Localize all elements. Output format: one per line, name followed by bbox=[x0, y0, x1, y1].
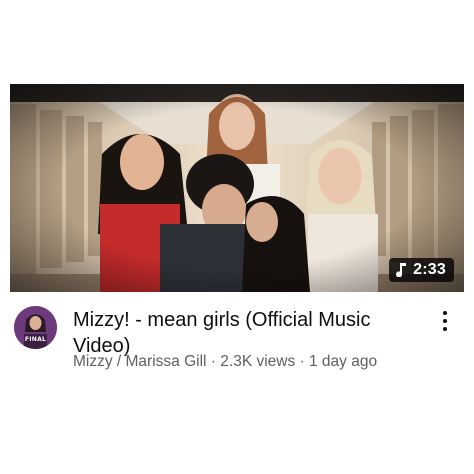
video-card[interactable]: 2:33 FINAL Mizzy! - mean girls (Official… bbox=[0, 0, 474, 474]
duration-text: 2:33 bbox=[413, 261, 446, 278]
avatar-text: FINAL bbox=[24, 336, 47, 343]
video-meta: FINAL Mizzy! - mean girls (Official Musi… bbox=[14, 306, 460, 386]
menu-dot bbox=[443, 327, 447, 331]
channel-name[interactable]: Mizzy / Marissa Gill bbox=[73, 353, 206, 370]
upload-age: 1 day ago bbox=[309, 353, 378, 370]
video-subline: Mizzy / Marissa Gill · 2.3K views · 1 da… bbox=[73, 353, 413, 371]
video-thumbnail[interactable]: 2:33 bbox=[10, 84, 464, 292]
meta-separator: · bbox=[206, 353, 221, 370]
music-note-icon bbox=[395, 263, 407, 277]
more-vert-icon[interactable] bbox=[434, 308, 456, 334]
duration-badge: 2:33 bbox=[389, 258, 454, 282]
meta-separator: · bbox=[295, 353, 309, 370]
view-count: 2.3K views bbox=[220, 353, 296, 370]
video-title[interactable]: Mizzy! - mean girls (Official Music Vide… bbox=[73, 307, 403, 359]
menu-dot bbox=[443, 311, 447, 315]
menu-dot bbox=[443, 319, 447, 323]
channel-avatar[interactable]: FINAL bbox=[14, 306, 57, 349]
